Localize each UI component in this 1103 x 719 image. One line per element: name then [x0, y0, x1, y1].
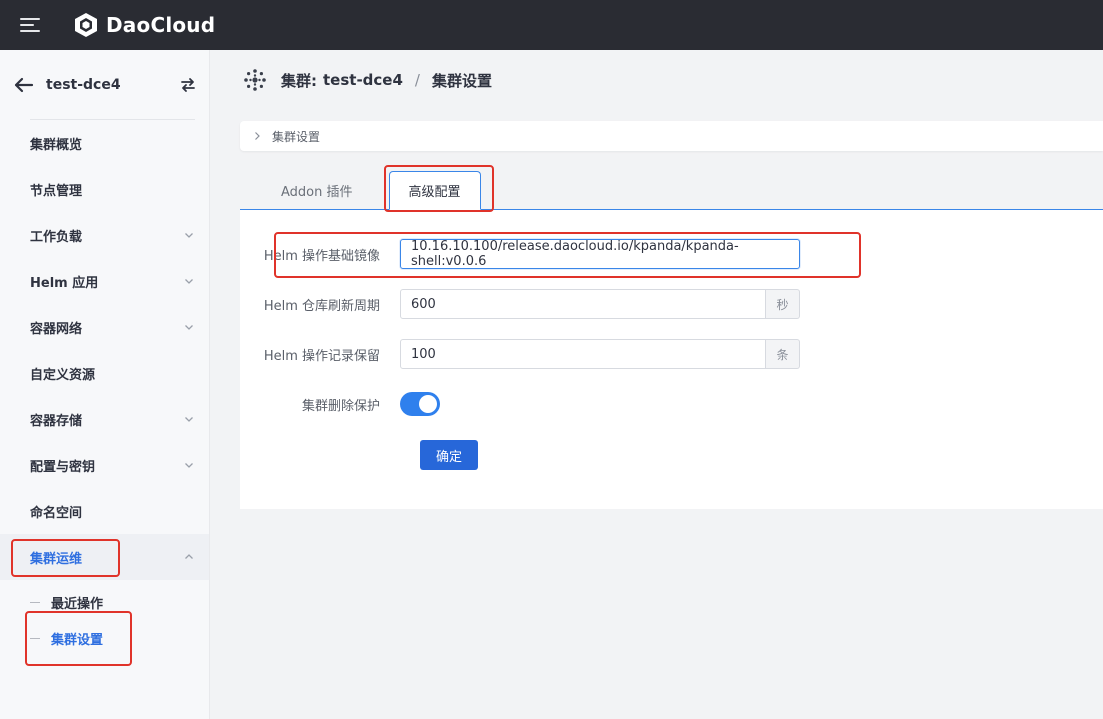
- sidebar-item-container-storage[interactable]: 容器存储: [0, 396, 209, 442]
- breadcrumb: 集群: test-dce4 / 集群设置: [241, 66, 492, 94]
- sidebar-item-namespaces[interactable]: 命名空间: [0, 488, 209, 534]
- arrow-left-icon[interactable]: [14, 77, 34, 93]
- sidebar-item-label: 容器网络: [30, 321, 83, 337]
- sidebar-item-helm-apps[interactable]: Helm 应用: [0, 258, 209, 304]
- toggle-knob: [419, 395, 437, 413]
- chevron-right-icon: [255, 132, 260, 140]
- sidebar-item-label: 工作负载: [30, 229, 83, 245]
- refresh-period-unit: 秒: [766, 289, 800, 319]
- tab-addon-plugins[interactable]: Addon 插件: [240, 171, 383, 209]
- sidebar-item-label: 节点管理: [30, 183, 83, 199]
- sidebar-item-label: 配置与密钥: [30, 459, 96, 475]
- sidebar-cluster-name: test-dce4: [46, 76, 121, 93]
- record-retention-input[interactable]: 100: [400, 339, 766, 369]
- cluster-icon: [244, 69, 266, 91]
- record-retention-label: Helm 操作记录保留: [263, 348, 380, 364]
- refresh-period-label: Helm 仓库刷新周期: [263, 298, 380, 314]
- sidebar-item-container-network[interactable]: 容器网络: [0, 304, 209, 350]
- collapse-label: 集群设置: [272, 129, 321, 144]
- sidebar-subitem-recent-operations[interactable]: 最近操作: [0, 584, 209, 620]
- brand[interactable]: DaoCloud: [72, 11, 215, 39]
- form-row-record-retention: Helm 操作记录保留 100 条: [240, 339, 800, 369]
- sidebar-item-custom-resources[interactable]: 自定义资源: [0, 350, 209, 396]
- daocloud-logo-icon: [75, 13, 97, 37]
- sidebar-header: test-dce4: [0, 50, 209, 119]
- switch-cluster-icon[interactable]: [179, 76, 197, 94]
- chevron-down-icon: [185, 417, 193, 422]
- refresh-period-input[interactable]: 600: [400, 289, 766, 319]
- cluster-settings-collapse[interactable]: 集群设置: [240, 121, 1103, 151]
- sidebar-item-cluster-ops[interactable]: 集群运维: [0, 534, 209, 580]
- dash-icon: [30, 601, 40, 603]
- form-row-base-image: Helm 操作基础镜像 10.16.10.100/release.daoclou…: [240, 239, 800, 269]
- sidebar: test-dce4 集群概览 节点管理 工作负载 Helm 应用 容器网络 自定…: [0, 50, 210, 719]
- advanced-config-panel: Helm 操作基础镜像 10.16.10.100/release.daoclou…: [240, 210, 1103, 509]
- breadcrumb-current: 集群设置: [431, 71, 492, 90]
- sidebar-nav: 集群概览 节点管理 工作负载 Helm 应用 容器网络 自定义资源 容器存储 配…: [0, 120, 209, 656]
- sidebar-item-label: 自定义资源: [30, 367, 96, 383]
- top-bar: DaoCloud: [0, 0, 1103, 50]
- sidebar-item-label: 命名空间: [30, 505, 83, 521]
- chevron-down-icon: [185, 279, 193, 284]
- settings-tabs: Addon 插件 高级配置: [240, 170, 1103, 210]
- sidebar-subitem-cluster-settings[interactable]: 集群设置: [0, 620, 209, 656]
- tab-advanced-config[interactable]: 高级配置: [388, 171, 481, 210]
- brand-name: DaoCloud: [106, 13, 216, 37]
- sidebar-item-cluster-overview[interactable]: 集群概览: [0, 120, 209, 166]
- breadcrumb-prefix: 集群:: [281, 71, 317, 90]
- sidebar-item-workloads[interactable]: 工作负载: [0, 212, 209, 258]
- main-content: 集群: test-dce4 / 集群设置 集群设置 Addon 插件 高级配置 …: [211, 50, 1103, 719]
- record-retention-group: 100 条: [400, 339, 800, 369]
- sidebar-item-node-management[interactable]: 节点管理: [0, 166, 209, 212]
- sidebar-subitem-label: 集群设置: [51, 632, 104, 648]
- sidebar-item-label: 集群运维: [30, 551, 83, 567]
- record-retention-unit: 条: [766, 339, 800, 369]
- menu-icon[interactable]: [20, 18, 40, 32]
- delete-protection-label: 集群删除保护: [301, 398, 380, 414]
- chevron-down-icon: [185, 325, 193, 330]
- chevron-down-icon: [185, 463, 193, 468]
- sidebar-subitem-label: 最近操作: [51, 596, 104, 612]
- confirm-button[interactable]: 确定: [420, 440, 478, 470]
- chevron-down-icon: [185, 233, 193, 238]
- sidebar-item-label: 容器存储: [30, 413, 83, 429]
- delete-protection-toggle[interactable]: [400, 392, 440, 416]
- base-image-label: Helm 操作基础镜像: [263, 248, 380, 264]
- breadcrumb-cluster[interactable]: test-dce4: [323, 71, 403, 89]
- sidebar-item-label: 集群概览: [30, 137, 83, 153]
- refresh-period-group: 600 秒: [400, 289, 800, 319]
- sidebar-item-config-secrets[interactable]: 配置与密钥: [0, 442, 209, 488]
- chevron-up-icon: [185, 554, 193, 559]
- base-image-input[interactable]: 10.16.10.100/release.daocloud.io/kpanda/…: [400, 239, 800, 269]
- form-row-delete-protection: 集群删除保护: [240, 392, 440, 416]
- breadcrumb-separator: /: [414, 71, 420, 89]
- form-row-refresh-period: Helm 仓库刷新周期 600 秒: [240, 289, 800, 319]
- dash-icon: [30, 637, 40, 639]
- sidebar-item-label: Helm 应用: [30, 275, 99, 291]
